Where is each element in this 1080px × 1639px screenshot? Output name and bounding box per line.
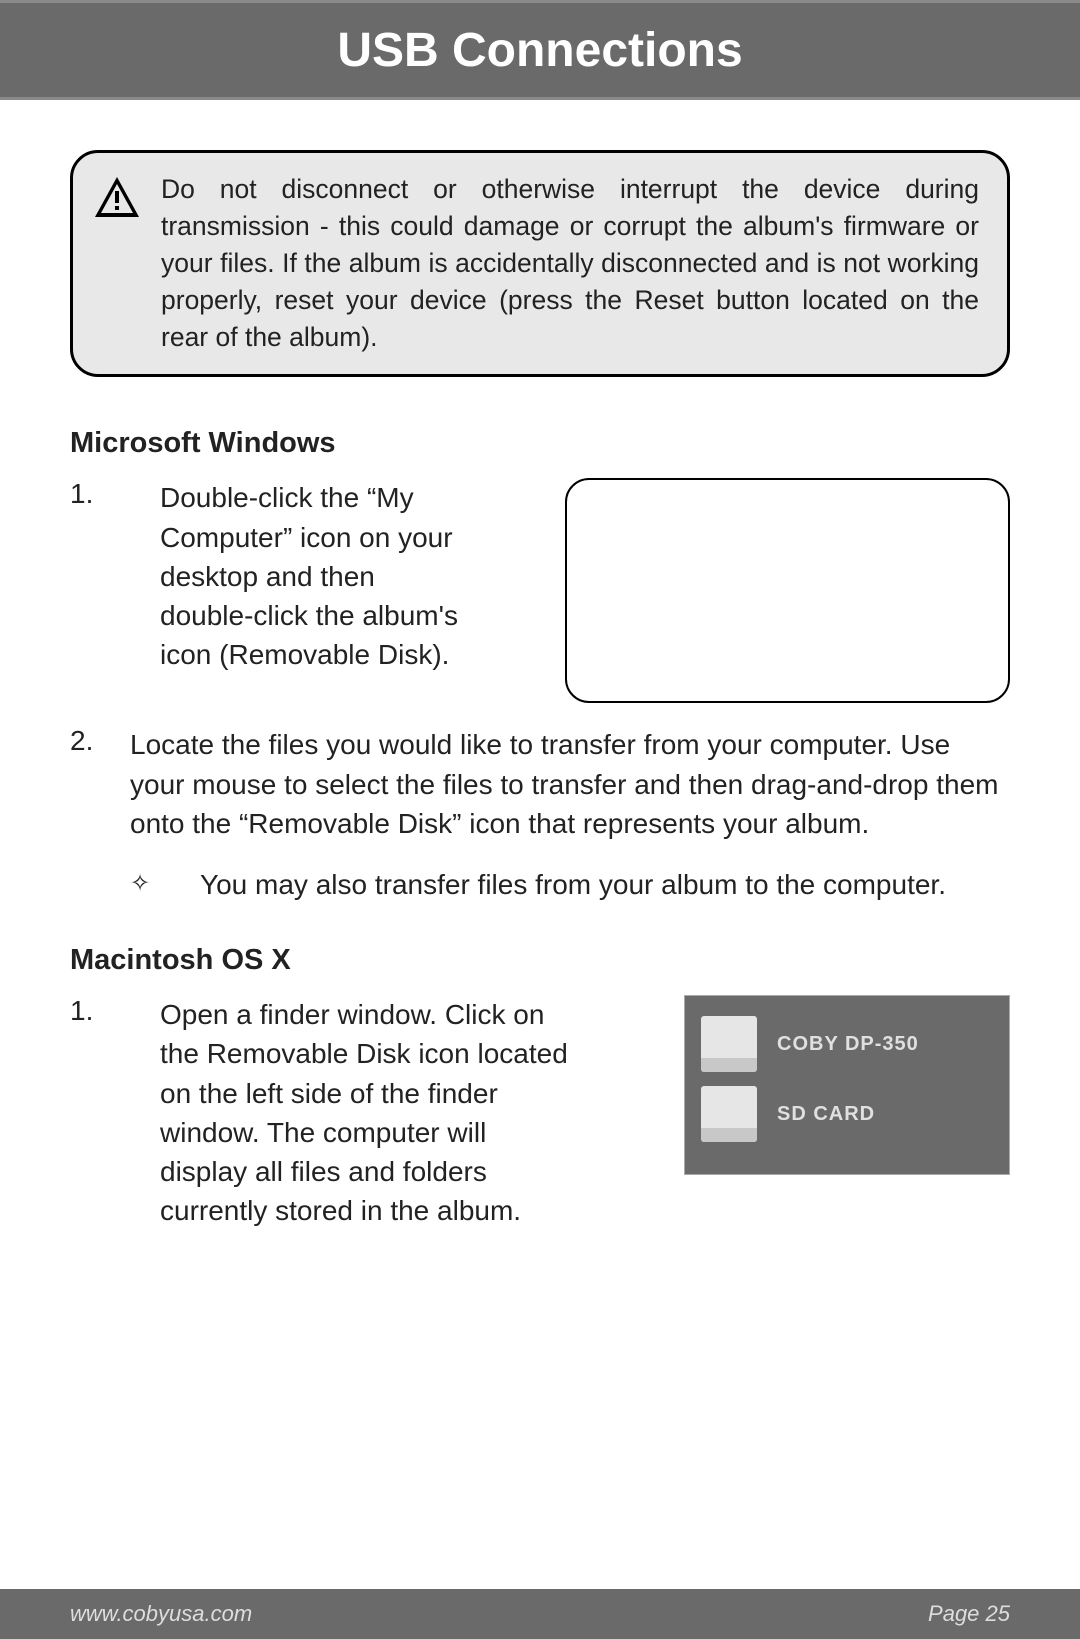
footer-url: www.cobyusa.com	[70, 1601, 252, 1627]
warning-icon	[93, 175, 141, 219]
step-text: Locate the files you would like to trans…	[130, 725, 1010, 843]
disk-icon	[701, 1016, 757, 1072]
footer: www.cobyusa.com Page 25	[0, 1589, 1080, 1639]
drive-row: SD CARD	[701, 1086, 993, 1142]
header-bar: USB Connections	[0, 0, 1080, 100]
disk-icon	[701, 1086, 757, 1142]
illustration-placeholder	[565, 478, 1010, 703]
warning-box: Do not disconnect or otherwise interrupt…	[70, 150, 1010, 377]
mac-step-1: 1. Open a finder window. Click on the Re…	[70, 995, 1010, 1230]
windows-heading: Microsoft Windows	[70, 427, 1010, 460]
mac-finder-screenshot: COBY DP-350 SD CARD	[684, 995, 1010, 1175]
step-number: 1.	[70, 478, 130, 510]
diamond-icon: ✧	[130, 865, 200, 898]
windows-sub-bullet: ✧ You may also transfer files from your …	[70, 865, 1010, 904]
step-text: Open a finder window. Click on the Remov…	[160, 995, 580, 1230]
windows-step-2: 2. Locate the files you would like to tr…	[70, 725, 1010, 843]
sub-bullet-text: You may also transfer files from your al…	[200, 865, 946, 904]
drive-row: COBY DP-350	[701, 1016, 993, 1072]
step-text: Double-click the “My Computer” icon on y…	[160, 478, 470, 674]
footer-page: Page 25	[928, 1601, 1010, 1627]
step-number: 1.	[70, 995, 130, 1027]
drive-label: COBY DP-350	[777, 1033, 919, 1056]
step-number: 2.	[70, 725, 130, 757]
windows-step-1: 1. Double-click the “My Computer” icon o…	[70, 478, 1010, 703]
drive-label: SD CARD	[777, 1103, 875, 1126]
page-title: USB Connections	[337, 23, 742, 78]
mac-heading: Macintosh OS X	[70, 944, 1010, 977]
warning-text: Do not disconnect or otherwise interrupt…	[161, 171, 979, 356]
content-area: Do not disconnect or otherwise interrupt…	[0, 100, 1080, 1230]
